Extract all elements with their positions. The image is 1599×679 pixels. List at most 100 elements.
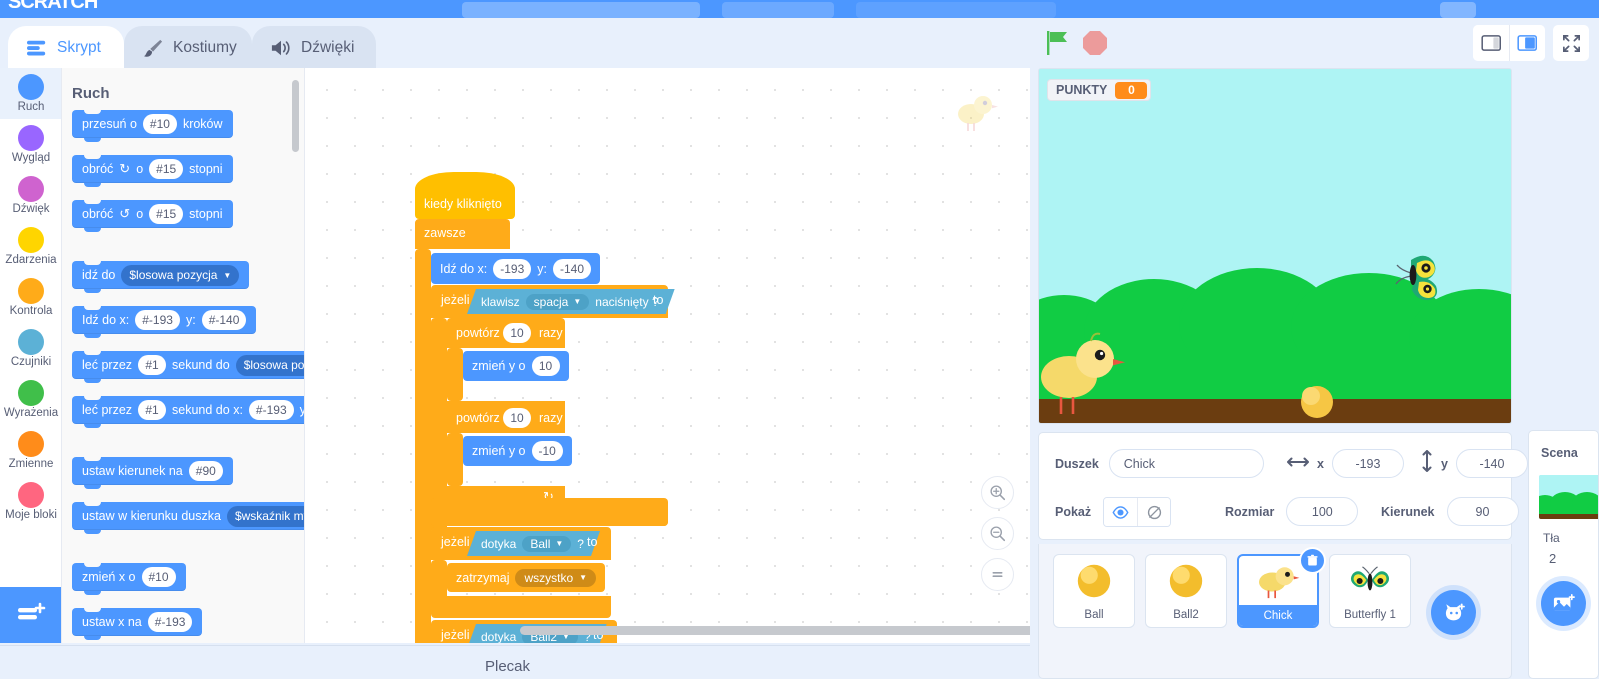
block-palette: Ruch przesuń o #10 kroków obróć ↻ o #15 … <box>62 68 305 643</box>
palette-block-set-x[interactable]: ustaw x na #-193 <box>72 608 203 640</box>
add-backdrop-button[interactable] <box>1541 581 1586 626</box>
canvas-horizontal-scrollbar[interactable] <box>520 626 1030 635</box>
menu-item-edit[interactable] <box>722 2 834 18</box>
block-input-x[interactable]: #-193 <box>135 310 180 330</box>
block-dropdown-target[interactable]: $losowa pozycja ▼ <box>235 354 304 376</box>
key-dropdown[interactable]: spacja ▼ <box>526 294 590 310</box>
sprite-item-ball2[interactable]: Ball2 <box>1145 554 1227 628</box>
category-ruch[interactable]: Ruch <box>0 68 61 119</box>
repeat-a-count[interactable]: 10 <box>503 323 531 343</box>
touching-dropdown[interactable]: Ball ▼ <box>522 536 571 552</box>
palette-block-glide-to[interactable]: leć przez #1 sekund do $losowa pozycja ▼ <box>72 351 304 383</box>
palette-block-point-towards[interactable]: ustaw w kierunku duszka $wskaźnik myszy … <box>72 502 304 534</box>
script-change-y-a[interactable]: zmień y o 10 <box>463 351 569 381</box>
block-input-secs[interactable]: #1 <box>138 400 167 420</box>
small-stage-button[interactable] <box>1473 25 1509 61</box>
large-stage-button[interactable] <box>1509 25 1545 61</box>
block-input-x[interactable]: #-193 <box>248 400 294 420</box>
category-wyglad[interactable]: Wygląd <box>0 119 61 170</box>
add-extension-button[interactable] <box>0 587 61 643</box>
show-label: Pokaż <box>1055 505 1092 519</box>
menu-item-tutorials[interactable] <box>856 2 1056 18</box>
block-input-steps[interactable]: #10 <box>142 114 177 134</box>
zoom-in-button[interactable] <box>981 476 1014 509</box>
menu-item-account[interactable] <box>1440 2 1476 18</box>
tab-dzwieki[interactable]: Dźwięki <box>252 26 376 70</box>
palette-block-turn-ccw[interactable]: obróć ↺ o #15 stopni <box>72 200 233 232</box>
menu-item-file[interactable] <box>462 2 700 18</box>
change-y-b-input[interactable]: -10 <box>531 441 563 461</box>
category-dzwiek[interactable]: Dźwięk <box>0 170 61 221</box>
palette-scrollbar[interactable] <box>292 80 299 152</box>
stage-selector-panel[interactable]: Scena Tła 2 <box>1528 430 1599 679</box>
goto-x-input[interactable]: -193 <box>493 258 532 279</box>
stage-size-controls <box>1473 25 1589 61</box>
category-zdarzenia[interactable]: Zdarzenia <box>0 221 61 272</box>
stop-button[interactable] <box>1082 30 1108 56</box>
backdrop-thumbnail[interactable] <box>1539 475 1598 519</box>
block-text: leć przez <box>82 358 133 372</box>
block-input-degrees[interactable]: #15 <box>149 159 184 179</box>
stage[interactable]: PUNKTY 0 <box>1038 68 1512 424</box>
backpack-bar[interactable]: Plecak <box>0 645 1030 679</box>
goto-y-input[interactable]: -140 <box>553 258 592 279</box>
script-canvas[interactable]: kiedy kliknięto zawsze Idź do x: -193 y:… <box>305 68 1030 643</box>
ball-icon <box>1074 557 1114 605</box>
category-wyrazenia[interactable]: Wyrażenia <box>0 374 61 425</box>
block-input-dx[interactable]: #10 <box>141 567 176 587</box>
block-input-y[interactable]: #-140 <box>201 310 247 330</box>
script-goto-xy-block[interactable]: Idź do x: -193 y: -140 <box>431 253 601 284</box>
script-stop-all-a[interactable]: zatrzymaj wszystko ▼ <box>447 563 606 592</box>
block-input-degrees[interactable]: #15 <box>149 204 184 224</box>
stop-dropdown[interactable]: wszystko ▼ <box>515 568 597 587</box>
block-dropdown-towards[interactable]: $wskaźnik myszy ▼ <box>226 505 304 527</box>
tab-skrypt[interactable]: Skrypt <box>8 26 124 70</box>
category-kontrola[interactable]: Kontrola <box>0 272 61 323</box>
palette-block-change-x[interactable]: zmień x o #10 <box>72 563 186 595</box>
sprite-name-input[interactable]: Chick <box>1108 449 1264 478</box>
sprite-item-chick[interactable]: Chick <box>1237 547 1326 628</box>
variable-monitor-punkty[interactable]: PUNKTY 0 <box>1047 79 1152 101</box>
block-input-direction[interactable]: #90 <box>188 461 223 481</box>
tab-kostiumy[interactable]: Kostiumy <box>124 26 252 70</box>
size-input[interactable]: 100 <box>1286 497 1359 526</box>
block-dropdown-target[interactable]: $losowa pozycja ▼ <box>121 264 240 286</box>
touching-ball-predicate[interactable]: dotyka Ball ▼ ? <box>467 531 600 556</box>
palette-block-goto[interactable]: idź do $losowa pozycja ▼ <box>72 261 250 293</box>
show-button[interactable] <box>1104 498 1138 526</box>
block-text: dotyka <box>481 629 517 643</box>
add-sprite-button[interactable] <box>1431 590 1476 635</box>
forever-block[interactable]: zawsze <box>415 219 510 249</box>
zoom-reset-button[interactable] <box>981 558 1014 591</box>
script-change-y-b[interactable]: zmień y o -10 <box>463 436 572 466</box>
y-input[interactable]: -140 <box>1455 449 1528 478</box>
category-moje-bloki[interactable]: Moje bloki <box>0 476 61 527</box>
block-input-x[interactable]: #-193 <box>147 612 193 632</box>
category-zmienne[interactable]: Zmienne <box>0 425 61 476</box>
green-flag-button[interactable] <box>1044 29 1074 57</box>
palette-block-glide-xy[interactable]: leć przez #1 sekund do x: #-193 y: #-140 <box>72 396 304 428</box>
sprite-item-ball[interactable]: Ball <box>1053 554 1135 628</box>
palette-block-turn-cw[interactable]: obróć ↻ o #15 stopni <box>72 155 233 187</box>
palette-block-point-direction[interactable]: ustaw kierunek na #90 <box>72 457 233 489</box>
delete-sprite-button[interactable] <box>1299 547 1326 574</box>
zoom-out-icon <box>990 526 1006 542</box>
direction-input[interactable]: 90 <box>1446 497 1519 526</box>
block-input-secs[interactable]: #1 <box>138 355 167 375</box>
palette-block-goto-xy[interactable]: Idź do x: #-193 y: #-140 <box>72 306 257 338</box>
backpack-label: Plecak <box>485 658 531 675</box>
block-text: obróć <box>82 162 114 176</box>
script-hat-block[interactable]: kiedy kliknięto <box>415 172 515 219</box>
category-label: Czujniki <box>10 356 52 368</box>
chevron-down-icon: ▼ <box>579 573 588 582</box>
fullscreen-button[interactable] <box>1553 25 1589 61</box>
palette-block-move-steps[interactable]: przesuń o #10 kroków <box>72 110 233 142</box>
category-czujniki[interactable]: Czujniki <box>0 323 61 374</box>
sprite-item-butterfly-1[interactable]: Butterfly 1 <box>1329 554 1411 628</box>
x-input[interactable]: -193 <box>1331 449 1404 478</box>
hide-button[interactable] <box>1137 498 1171 526</box>
key-pressed-predicate[interactable]: klawisz spacja ▼ naciśnięty ? <box>467 289 675 314</box>
repeat-b-count[interactable]: 10 <box>503 408 531 428</box>
zoom-out-button[interactable] <box>981 517 1014 550</box>
change-y-a-input[interactable]: 10 <box>531 356 560 376</box>
